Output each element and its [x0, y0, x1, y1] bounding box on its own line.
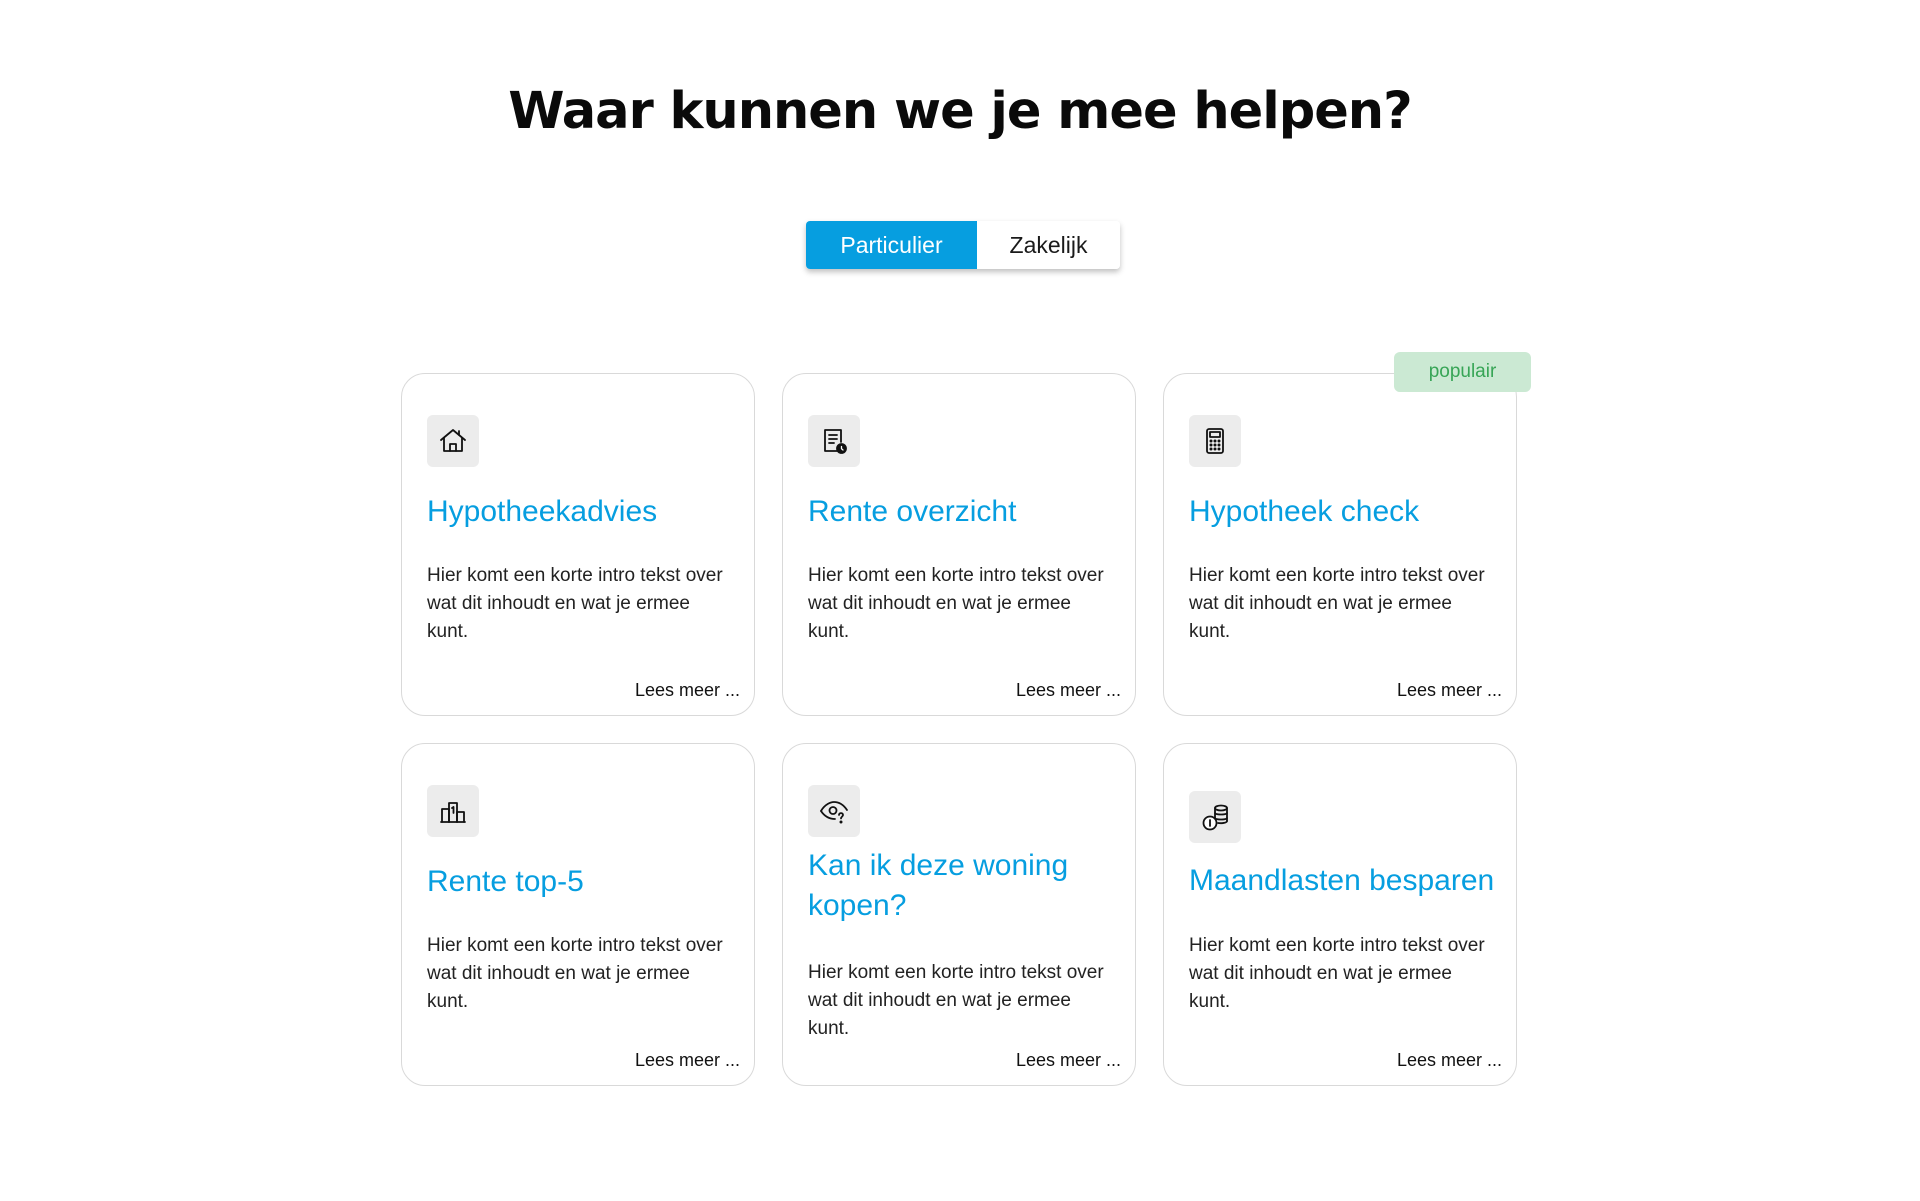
card-title: Rente overzicht [808, 495, 1017, 528]
read-more-link[interactable]: Lees meer ... [1397, 680, 1502, 701]
calculator-icon [1189, 415, 1241, 467]
toggle-zakelijk[interactable]: Zakelijk [977, 221, 1120, 269]
card-title: Rente top-5 [427, 865, 584, 898]
card-title: Kan ik deze woning kopen? [808, 849, 1069, 922]
card-hypotheek-check[interactable]: Hypotheek check Hier komt een korte intr… [1163, 373, 1517, 716]
read-more-link[interactable]: Lees meer ... [1397, 1050, 1502, 1071]
podium-icon [427, 785, 479, 837]
toggle-particulier[interactable]: Particulier [806, 221, 977, 269]
card-text: Hier komt een korte intro tekst over wat… [1189, 935, 1485, 1012]
read-more-link[interactable]: Lees meer ... [635, 680, 740, 701]
card-text: Hier komt een korte intro tekst over wat… [808, 565, 1104, 642]
card-title: Hypotheekadvies [427, 495, 658, 528]
customer-type-toggle: Particulier Zakelijk [806, 221, 1120, 269]
card-text: Hier komt een korte intro tekst over wat… [1189, 565, 1485, 642]
card-rente-overzicht[interactable]: Rente overzicht Hier komt een korte intr… [782, 373, 1136, 716]
page: Waar kunnen we je mee helpen? Particulie… [0, 0, 1920, 1201]
house-icon [427, 415, 479, 467]
card-kan-ik-deze-woning-kopen[interactable]: Kan ik deze woning kopen? Hier komt een … [782, 743, 1136, 1086]
card-text: Hier komt een korte intro tekst over wat… [427, 935, 723, 1012]
card-text: Hier komt een korte intro tekst over wat… [427, 565, 723, 642]
read-more-link[interactable]: Lees meer ... [635, 1050, 740, 1071]
document-clock-icon [808, 415, 860, 467]
card-rente-top-5[interactable]: Rente top-5 Hier komt een korte intro te… [401, 743, 755, 1086]
read-more-link[interactable]: Lees meer ... [1016, 1050, 1121, 1071]
card-hypotheekadvies[interactable]: Hypotheekadvies Hier komt een korte intr… [401, 373, 755, 716]
card-title: Maandlasten besparen [1189, 864, 1495, 897]
page-title: Waar kunnen we je mee helpen? [508, 82, 1412, 141]
coins-icon [1189, 791, 1241, 843]
popular-badge: populair [1394, 352, 1531, 392]
card-maandlasten-besparen[interactable]: Maandlasten besparen Hier komt een korte… [1163, 743, 1517, 1086]
card-text: Hier komt een korte intro tekst over wat… [808, 962, 1104, 1039]
read-more-link[interactable]: Lees meer ... [1016, 680, 1121, 701]
eye-question-icon [808, 785, 860, 837]
card-title: Hypotheek check [1189, 495, 1420, 528]
